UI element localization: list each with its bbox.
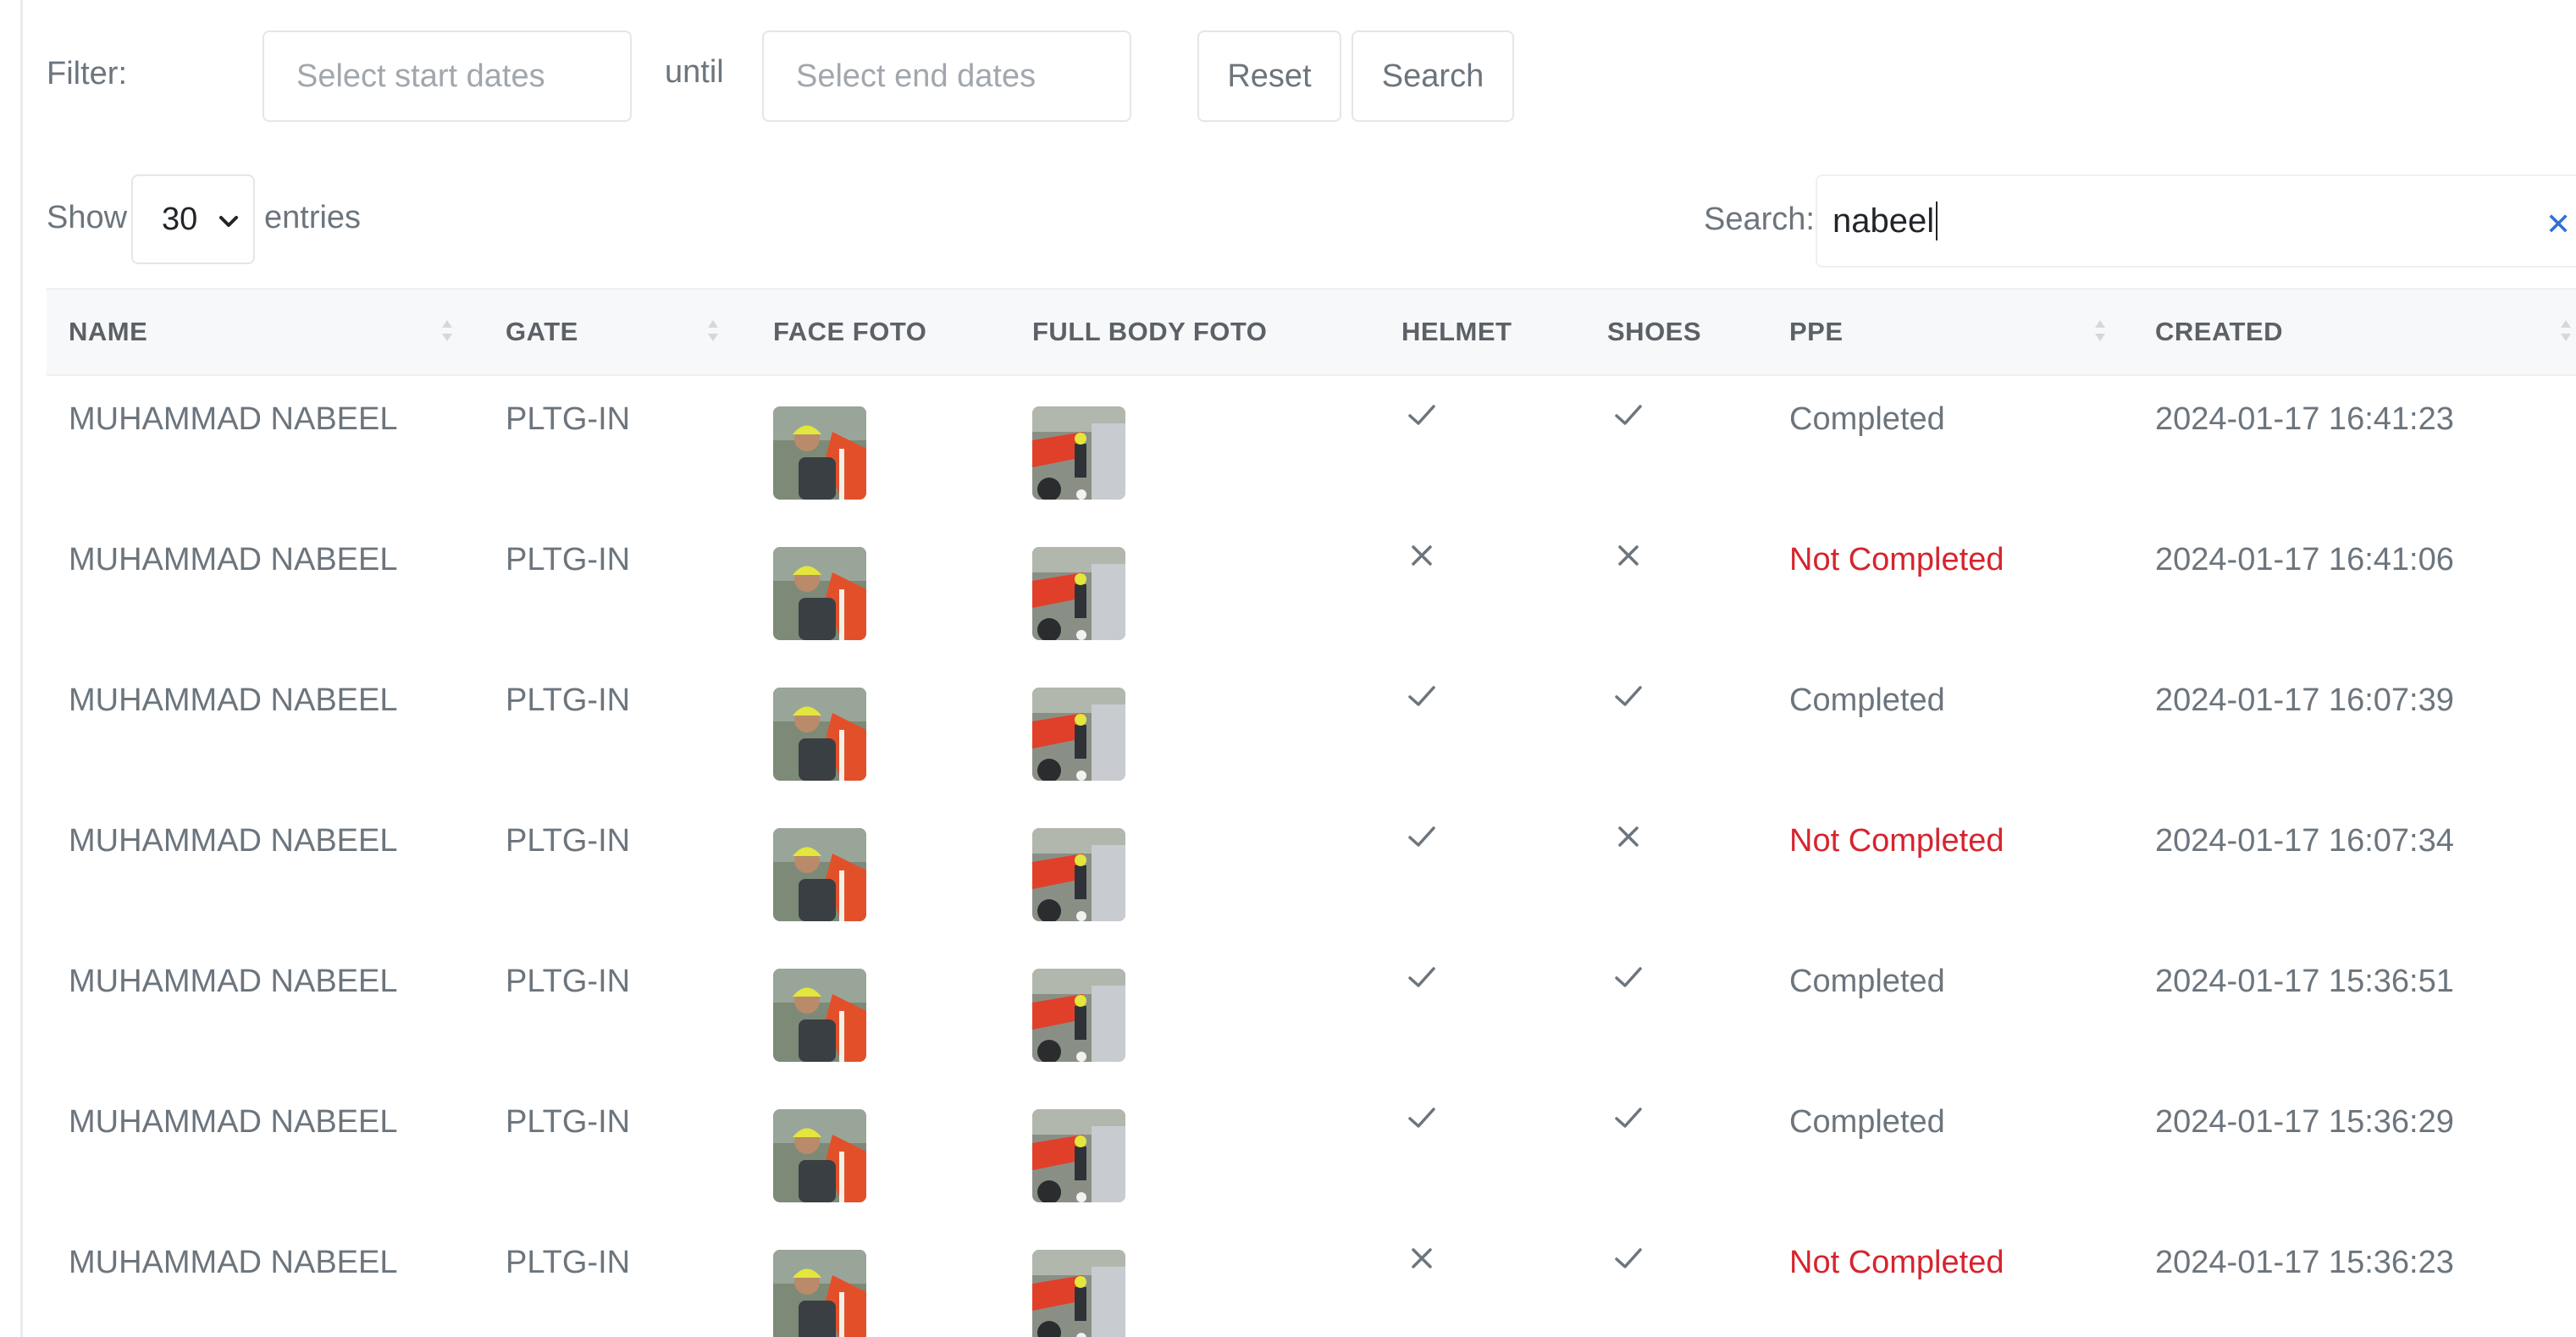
full-body-photo-thumbnail[interactable]	[1032, 828, 1125, 921]
ppe-status: Not Completed	[1789, 1245, 2004, 1280]
shoes-cross-icon	[1618, 545, 1639, 566]
ppe-log-page: Filter: Select start dates until Select …	[0, 0, 2576, 1337]
ppe-status: Not Completed	[1789, 542, 2004, 577]
sort-icon[interactable]	[707, 318, 719, 347]
sort-icon[interactable]	[2094, 318, 2106, 347]
row-gate: PLTG-IN	[506, 1104, 631, 1140]
face-photo-thumbnail[interactable]	[773, 969, 866, 1062]
helmet-cross-icon	[1412, 545, 1432, 566]
table-header: NAME GATE FACE FOTO FULL BODY FOTO HELME…	[47, 288, 2576, 376]
entries-label: entries	[264, 200, 362, 235]
ppe-status: Not Completed	[1789, 823, 2004, 859]
table-search-label: Search:	[1704, 202, 1815, 237]
table-row: MUHAMMAD NABEEL PLTG-IN Completed 2024-01-1…	[47, 667, 2576, 808]
column-header-shoes: SHOES	[1607, 317, 1702, 346]
row-name: MUHAMMAD NABEEL	[69, 823, 398, 859]
shoes-check-icon	[1615, 686, 1642, 706]
text-caret	[1936, 202, 1938, 240]
entries-per-page-select[interactable]: 30	[131, 174, 255, 264]
shoes-check-icon	[1615, 405, 1642, 425]
search-button[interactable]: Search	[1352, 30, 1514, 122]
close-icon[interactable]: ✕	[2546, 207, 2571, 242]
row-name: MUHAMMAD NABEEL	[69, 682, 398, 718]
full-body-photo-thumbnail[interactable]	[1032, 406, 1125, 500]
helmet-check-icon	[1408, 826, 1435, 847]
start-date-input[interactable]: Select start dates	[263, 30, 632, 122]
until-label: until	[665, 54, 724, 90]
table-search-value: nabeel	[1832, 202, 1935, 240]
sort-icon[interactable]	[2560, 318, 2572, 347]
full-body-photo-thumbnail[interactable]	[1032, 969, 1125, 1062]
full-body-photo-thumbnail[interactable]	[1032, 547, 1125, 640]
table-row: MUHAMMAD NABEEL PLTG-IN Completed 2024-01-1…	[47, 386, 2576, 527]
show-label: Show	[47, 200, 128, 235]
row-created: 2024-01-17 16:07:34	[2155, 823, 2454, 859]
row-created: 2024-01-17 16:41:23	[2155, 401, 2454, 437]
column-header-name[interactable]: NAME	[69, 290, 147, 374]
column-header-gate[interactable]: GATE	[506, 290, 578, 374]
full-body-photo-thumbnail[interactable]	[1032, 688, 1125, 781]
helmet-cross-icon	[1412, 1248, 1432, 1268]
row-gate: PLTG-IN	[506, 1245, 631, 1280]
row-created: 2024-01-17 16:07:39	[2155, 682, 2454, 718]
ppe-status: Completed	[1789, 1104, 1945, 1140]
ppe-status: Completed	[1789, 682, 1945, 718]
table-search-input[interactable]: nabeel	[1816, 174, 2576, 268]
full-body-photo-thumbnail[interactable]	[1032, 1109, 1125, 1202]
column-header-ppe[interactable]: PPE	[1789, 290, 1844, 374]
page-divider	[20, 0, 23, 1337]
column-header-created[interactable]: CREATED	[2155, 290, 2283, 374]
row-created: 2024-01-17 15:36:51	[2155, 964, 2454, 999]
row-name: MUHAMMAD NABEEL	[69, 401, 398, 437]
ppe-status: Completed	[1789, 964, 1945, 999]
full-body-photo-thumbnail[interactable]	[1032, 1250, 1125, 1337]
helmet-check-icon	[1408, 967, 1435, 987]
shoes-cross-icon	[1618, 826, 1639, 847]
table-row: MUHAMMAD NABEEL PLTG-IN Not Completed 2024-…	[47, 527, 2576, 667]
row-created: 2024-01-17 15:36:29	[2155, 1104, 2454, 1140]
reset-button[interactable]: Reset	[1197, 30, 1341, 122]
shoes-check-icon	[1615, 1108, 1642, 1128]
entries-per-page-value: 30	[162, 201, 198, 237]
face-photo-thumbnail[interactable]	[773, 1250, 866, 1337]
row-created: 2024-01-17 15:36:23	[2155, 1245, 2454, 1280]
helmet-check-icon	[1408, 686, 1435, 706]
row-gate: PLTG-IN	[506, 542, 631, 577]
row-created: 2024-01-17 16:41:06	[2155, 542, 2454, 577]
table-row: MUHAMMAD NABEEL PLTG-IN Not Completed 2024-…	[47, 808, 2576, 948]
column-header-full-body-foto: FULL BODY FOTO	[1032, 317, 1268, 346]
face-photo-thumbnail[interactable]	[773, 406, 866, 500]
column-header-helmet: HELMET	[1401, 317, 1512, 346]
face-photo-thumbnail[interactable]	[773, 1109, 866, 1202]
helmet-check-icon	[1408, 405, 1435, 425]
filter-label: Filter:	[47, 56, 127, 91]
row-name: MUHAMMAD NABEEL	[69, 1245, 398, 1280]
sort-icon[interactable]	[441, 318, 453, 347]
row-name: MUHAMMAD NABEEL	[69, 1104, 398, 1140]
row-gate: PLTG-IN	[506, 964, 631, 999]
row-gate: PLTG-IN	[506, 823, 631, 859]
shoes-check-icon	[1615, 1248, 1642, 1268]
shoes-check-icon	[1615, 967, 1642, 987]
face-photo-thumbnail[interactable]	[773, 547, 866, 640]
row-name: MUHAMMAD NABEEL	[69, 964, 398, 999]
row-gate: PLTG-IN	[506, 682, 631, 718]
row-gate: PLTG-IN	[506, 401, 631, 437]
end-date-input[interactable]: Select end dates	[762, 30, 1131, 122]
column-header-face-foto: FACE FOTO	[773, 317, 927, 346]
face-photo-thumbnail[interactable]	[773, 688, 866, 781]
helmet-check-icon	[1408, 1108, 1435, 1128]
table-row: MUHAMMAD NABEEL PLTG-IN Completed 2024-01-1…	[47, 948, 2576, 1089]
row-name: MUHAMMAD NABEEL	[69, 542, 398, 577]
table-row: MUHAMMAD NABEEL PLTG-IN Completed 2024-01-1…	[47, 1089, 2576, 1229]
ppe-status: Completed	[1789, 401, 1945, 437]
chevron-down-icon	[219, 216, 238, 227]
table-row: MUHAMMAD NABEEL PLTG-IN Not Completed 2024-…	[47, 1229, 2576, 1337]
face-photo-thumbnail[interactable]	[773, 828, 866, 921]
